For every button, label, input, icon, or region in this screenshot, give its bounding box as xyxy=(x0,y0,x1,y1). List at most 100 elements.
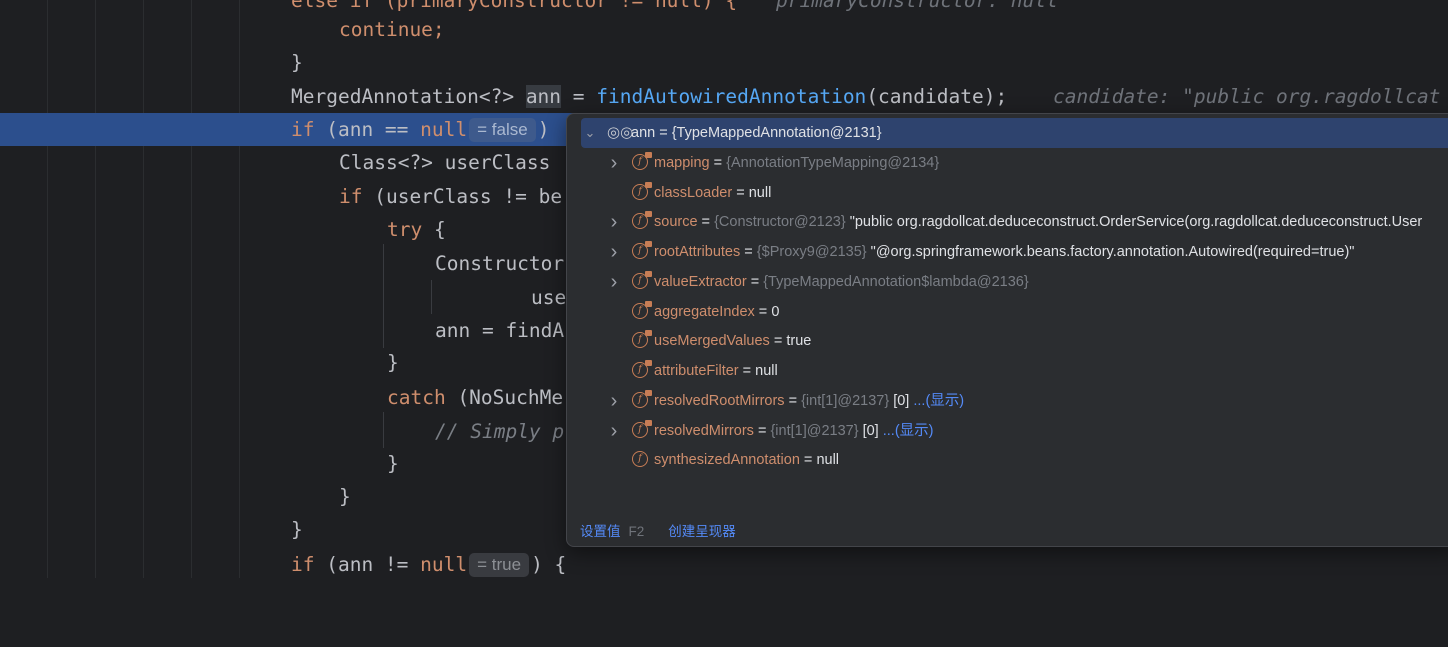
field-value: true xyxy=(786,333,812,349)
field-text: synthesizedAnnotation = null xyxy=(654,445,839,475)
tree-root-ann[interactable]: ⌄ ◎◎ ann = {TypeMappedAnnotation@2131} xyxy=(581,118,1448,148)
keyword-token: catch xyxy=(387,386,446,409)
final-badge-icon xyxy=(645,330,652,336)
code-text: Constructor xyxy=(435,252,565,275)
code-comment: // Simply p xyxy=(435,420,565,443)
chevron-right-icon[interactable]: › xyxy=(607,148,621,178)
field-equals: = xyxy=(799,452,817,468)
field-text: mapping = {AnnotationTypeMapping@2134} xyxy=(654,148,939,178)
code-line[interactable]: continue; xyxy=(0,13,1448,46)
tree-field-row[interactable]: f synthesizedAnnotation = null xyxy=(567,445,1448,475)
code-text: } xyxy=(387,452,399,475)
tree-field-row[interactable]: › f valueExtractor = {TypeMappedAnnotation… xyxy=(567,267,1448,297)
field-text: resolvedMirrors = {int[1]@2137} [0] ...(… xyxy=(654,416,934,446)
tree-field-row[interactable]: › f resolvedMirrors = {int[1]@2137} [0] ..… xyxy=(567,416,1448,446)
field-equals: = xyxy=(740,244,757,260)
code-text: continue; xyxy=(339,18,445,41)
code-text: Class<?> userClass xyxy=(339,151,551,174)
final-badge-icon xyxy=(645,271,652,277)
field-equals: = xyxy=(697,214,715,230)
show-more-link[interactable]: ...(显示) xyxy=(913,393,964,409)
field-name: mapping xyxy=(654,155,710,171)
final-badge-icon xyxy=(645,152,652,158)
debug-value-popup[interactable]: ⌄ ◎◎ ann = {TypeMappedAnnotation@2131} ›… xyxy=(566,113,1448,547)
field-text: valueExtractor = {TypeMappedAnnotation$l… xyxy=(654,267,1029,297)
tree-field-row[interactable]: › f resolvedRootMirrors = {int[1]@2137} [0… xyxy=(567,386,1448,416)
final-badge-icon xyxy=(645,211,652,217)
tree-field-row[interactable]: › f mapping = {AnnotationTypeMapping@2134} xyxy=(567,148,1448,178)
code-token: (ann == xyxy=(314,118,421,141)
type-token: MergedAnnotation<?> xyxy=(291,85,526,108)
field-name: valueExtractor xyxy=(654,274,747,290)
final-badge-icon xyxy=(645,360,652,366)
variable-token[interactable]: ann xyxy=(525,85,562,108)
watch-glasses-icon: ◎◎ xyxy=(607,124,634,141)
method-token[interactable]: findAutowiredAnnotation xyxy=(596,85,866,108)
field-ref: {int[1]@2137} xyxy=(801,393,894,409)
args-token: (candidate); xyxy=(866,85,1008,108)
field-equals: = xyxy=(709,155,727,171)
tree-field-row[interactable]: › f rootAttributes = {$Proxy9@2135} "@org.… xyxy=(567,237,1448,267)
field-value: "public org.ragdollcat.deduceconstruct.O… xyxy=(849,214,1423,230)
code-line[interactable]: MergedAnnotation<?> ann = findAutowiredA… xyxy=(0,80,1448,113)
field-equals: = xyxy=(769,333,787,349)
operator-token: = xyxy=(561,85,597,108)
code-line[interactable]: } xyxy=(0,46,1448,79)
code-text: } xyxy=(339,485,351,508)
field-icon: f xyxy=(632,271,652,289)
code-token: { xyxy=(422,218,446,241)
inline-value-hint[interactable]: = true xyxy=(469,553,530,577)
field-name: useMergedValues xyxy=(654,333,770,349)
final-badge-icon xyxy=(645,241,652,247)
field-value: [0] xyxy=(862,423,883,439)
field-value: null xyxy=(816,452,840,468)
chevron-right-icon[interactable]: › xyxy=(607,386,621,416)
field-equals: = xyxy=(738,363,756,379)
chevron-right-icon[interactable]: › xyxy=(607,416,621,446)
code-text: } xyxy=(291,51,303,74)
field-icon: f xyxy=(632,211,652,229)
field-text: rootAttributes = {$Proxy9@2135} "@org.sp… xyxy=(654,237,1354,267)
code-token: (userClass != be xyxy=(362,185,563,208)
tree-field-row[interactable]: f classLoader = null xyxy=(567,178,1448,208)
field-name: source xyxy=(654,214,698,230)
inline-value-hint[interactable]: = false xyxy=(469,118,536,142)
tree-field-row[interactable]: f attributeFilter = null xyxy=(567,356,1448,386)
keyword-token: null xyxy=(420,118,468,141)
tree-field-row[interactable]: › f source = {Constructor@2123} "public or… xyxy=(567,207,1448,237)
keyword-token: if xyxy=(291,553,315,576)
chevron-right-icon[interactable]: › xyxy=(607,237,621,267)
inline-debug-comment: candidate: "public org.ragdollcat xyxy=(1053,85,1441,108)
final-badge-icon xyxy=(645,301,652,307)
field-value: [0] xyxy=(893,393,914,409)
set-value-link[interactable]: 设置值 xyxy=(580,524,621,539)
code-token: (NoSuchMe xyxy=(445,386,564,409)
tree-field-row[interactable]: f useMergedValues = true xyxy=(567,326,1448,356)
code-text: if (ann != null = true) { xyxy=(291,548,566,581)
field-name: synthesizedAnnotation xyxy=(654,452,800,468)
show-more-link[interactable]: ...(显示) xyxy=(883,423,934,439)
field-ref: {$Proxy9@2135} xyxy=(756,244,871,260)
field-icon: f xyxy=(632,390,652,408)
field-value: null xyxy=(748,185,772,201)
field-name: classLoader xyxy=(654,185,733,201)
code-line[interactable]: if (ann != null = true) { xyxy=(0,548,1448,581)
field-text: attributeFilter = null xyxy=(654,356,778,386)
code-text: if (userClass != be xyxy=(339,180,562,213)
code-token: ) xyxy=(537,118,550,141)
field-icon: f xyxy=(632,451,648,467)
chevron-right-icon[interactable]: › xyxy=(607,267,621,297)
chevron-right-icon[interactable]: › xyxy=(607,207,621,237)
field-icon: f xyxy=(632,360,652,378)
code-token: ) { xyxy=(531,553,567,576)
field-icon: f xyxy=(632,420,652,438)
field-icon: f xyxy=(632,152,652,170)
code-text: if (ann == null = false) xyxy=(291,113,549,146)
field-text: aggregateIndex = 0 xyxy=(654,297,779,327)
create-renderer-link[interactable]: 创建呈现器 xyxy=(668,524,736,539)
tree-field-row[interactable]: f aggregateIndex = 0 xyxy=(567,297,1448,327)
field-icon: f xyxy=(632,330,652,348)
chevron-down-icon[interactable]: ⌄ xyxy=(583,118,597,148)
root-label: ann = {TypeMappedAnnotation@2131} xyxy=(631,125,882,141)
field-text: classLoader = null xyxy=(654,178,771,208)
